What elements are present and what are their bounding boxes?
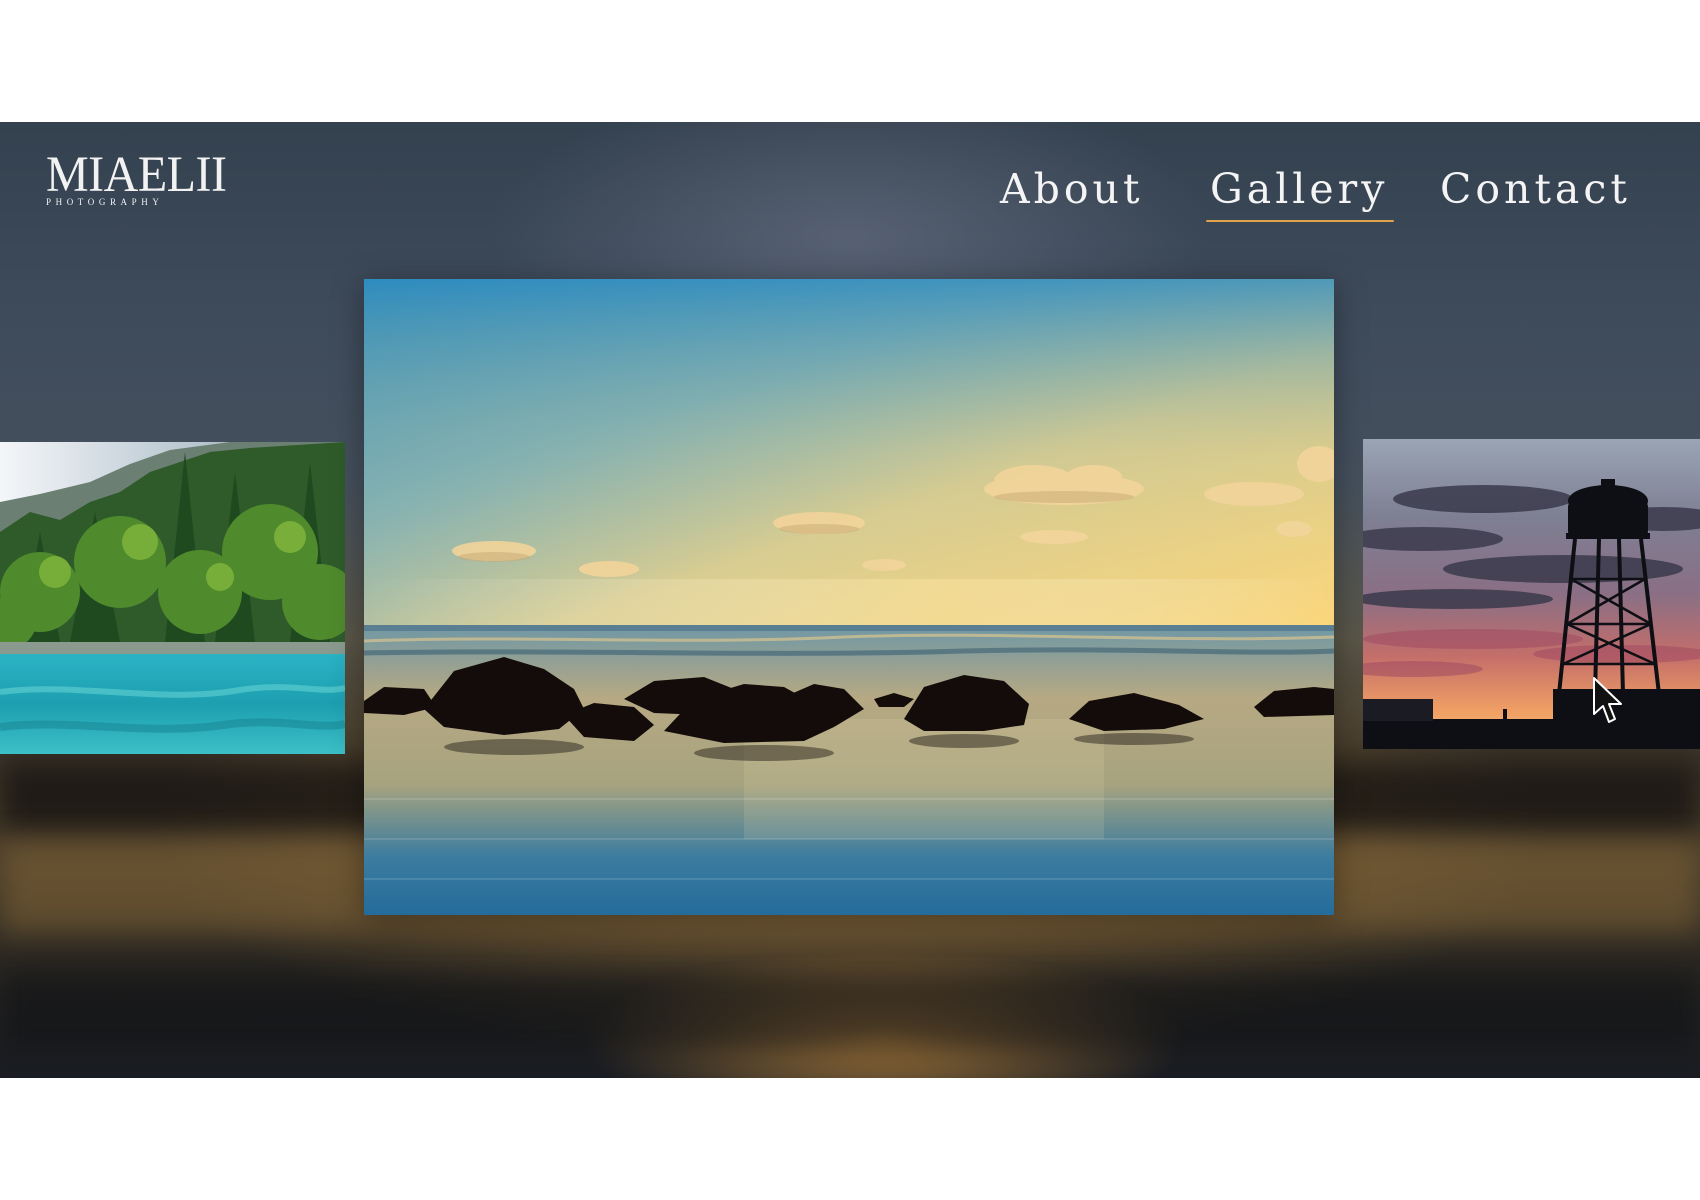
nav-link-gallery-label: Gallery: [1210, 165, 1389, 213]
nav-link-contact[interactable]: Contact: [1440, 162, 1631, 216]
hero-background: MIAELII PHOTOGRAPHY About Gallery Contac…: [0, 122, 1700, 1078]
blurred-background-band: [0, 972, 1700, 1052]
site-logo[interactable]: MIAELII PHOTOGRAPHY: [46, 146, 227, 207]
gallery-photo-previous[interactable]: [0, 442, 345, 754]
gallery-photo-current[interactable]: [364, 279, 1334, 915]
logo-name: MIAELII: [46, 146, 227, 203]
water-tower-image: [1363, 439, 1700, 749]
ocean-sunset-image: [364, 279, 1334, 915]
nav-link-gallery[interactable]: Gallery: [1206, 162, 1395, 222]
gallery-photo-next[interactable]: [1363, 439, 1700, 749]
active-nav-underline: [1206, 220, 1395, 222]
forest-lake-image: [0, 442, 345, 754]
nav-link-about[interactable]: About: [1000, 162, 1143, 216]
